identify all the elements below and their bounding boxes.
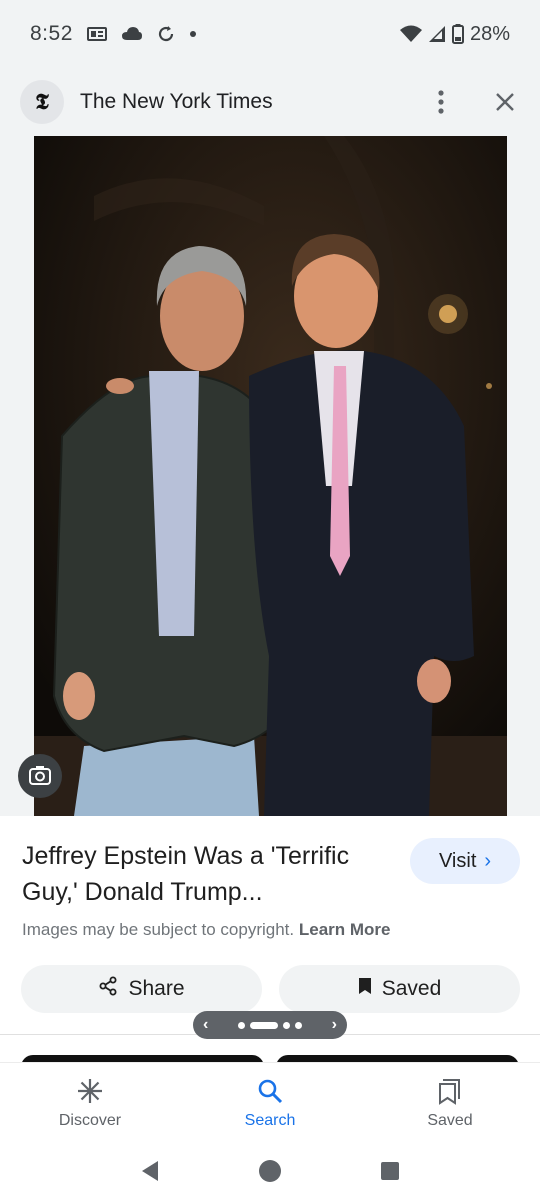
chevron-right-icon: › (484, 849, 492, 872)
pager-dots (238, 1021, 302, 1029)
copyright-notice: Images may be subject to copyright. Lear… (22, 920, 391, 940)
sync-icon (157, 25, 175, 43)
back-icon[interactable] (130, 1151, 170, 1191)
nav-search-label: Search (244, 1111, 296, 1129)
collections-icon (438, 1076, 462, 1106)
system-navigation (0, 1142, 540, 1200)
image-preview-area (0, 136, 540, 816)
nav-discover[interactable]: Discover (30, 1076, 150, 1130)
bottom-navigation: Discover Search Saved (0, 1062, 540, 1142)
google-lens-icon[interactable] (18, 754, 62, 798)
visit-label: Visit (438, 849, 477, 872)
pager-dot-active (250, 1021, 278, 1029)
result-title[interactable]: Jeffrey Epstein Was a 'Terrific Guy,' Do… (22, 838, 392, 910)
nav-discover-label: Discover (58, 1111, 122, 1129)
bookmark-icon (358, 977, 372, 1001)
share-button[interactable]: Share (21, 965, 262, 1013)
pager-prev-button[interactable]: ‹ (203, 1016, 208, 1034)
copyright-text: Images may be subject to copyright. (22, 920, 295, 939)
saved-label: Saved (381, 977, 442, 1000)
result-photo[interactable] (34, 136, 507, 816)
pager-next-button[interactable]: › (332, 1016, 337, 1034)
result-info: Jeffrey Epstein Was a 'Terrific Guy,' Do… (0, 816, 540, 1036)
battery-percent: 28% (469, 22, 510, 45)
nav-search[interactable]: Search (210, 1076, 330, 1130)
notification-icon (86, 26, 107, 42)
pager-dot (238, 1021, 245, 1029)
battery-icon (451, 24, 464, 44)
pager-dot (295, 1021, 302, 1029)
pager-dot (283, 1021, 290, 1029)
cloud-icon (121, 26, 143, 42)
status-time: 8:52 (30, 22, 73, 45)
search-icon (257, 1076, 283, 1106)
share-icon (98, 976, 118, 1002)
nav-saved-label: Saved (427, 1111, 473, 1129)
source-logo: 𝕿 (20, 80, 64, 124)
saved-button[interactable]: Saved (279, 965, 520, 1013)
asterisk-icon (77, 1076, 103, 1106)
nav-saved[interactable]: Saved (390, 1076, 510, 1130)
status-bar: 8:52 28% (0, 0, 540, 68)
wifi-icon (399, 25, 422, 43)
source-header: 𝕿 The New York Times (0, 68, 540, 136)
recents-icon[interactable] (370, 1151, 410, 1191)
result-pager: ‹ › (193, 1011, 347, 1039)
signal-icon (428, 25, 446, 43)
source-name[interactable]: The New York Times (80, 90, 273, 114)
close-icon[interactable] (490, 87, 520, 117)
visit-button[interactable]: Visit › (410, 838, 520, 884)
more-vert-icon[interactable] (426, 87, 456, 117)
share-label: Share (128, 977, 185, 1000)
home-icon[interactable] (250, 1151, 290, 1191)
learn-more-link[interactable]: Learn More (299, 920, 391, 939)
dot-icon (189, 30, 197, 38)
